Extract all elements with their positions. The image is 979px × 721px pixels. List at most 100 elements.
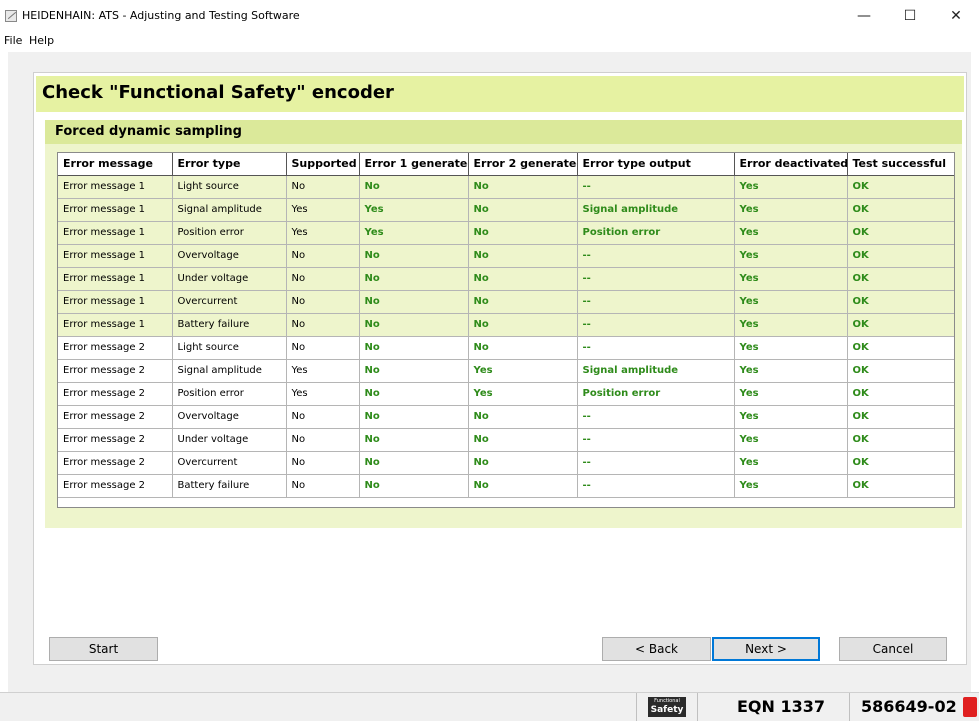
table-row[interactable]: Error message 1 Overvoltage No No No -- Yes OK bbox=[58, 244, 954, 268]
cell-error2-generated: No bbox=[468, 198, 578, 222]
cell-error-deactivated: Yes bbox=[734, 244, 848, 268]
cell-test-successful: OK bbox=[847, 451, 954, 475]
cell-error-type: Light source bbox=[172, 336, 287, 360]
table-row[interactable]: Error message 2 Position error Yes No Yes Pos… bbox=[58, 382, 954, 406]
cell-error-message: Error message 2 bbox=[58, 405, 173, 429]
close-button[interactable]: ✕ bbox=[933, 4, 979, 28]
results-table-container[interactable]: Error message Error type Supported Error… bbox=[57, 152, 955, 508]
col-header-error1-generated[interactable]: Error 1 generated bbox=[359, 153, 469, 176]
logo-top-text: Functional bbox=[654, 698, 680, 704]
cell-error-message: Error message 2 bbox=[58, 474, 173, 498]
cell-error1-generated: No bbox=[359, 244, 469, 268]
cell-error-message: Error message 1 bbox=[58, 198, 173, 222]
cancel-button[interactable]: Cancel bbox=[839, 637, 947, 661]
col-header-error2-generated[interactable]: Error 2 generated bbox=[468, 153, 578, 176]
cell-test-successful: OK bbox=[847, 474, 954, 498]
cell-supported: Yes bbox=[286, 359, 360, 383]
cell-error-deactivated: Yes bbox=[734, 198, 848, 222]
cell-test-successful: OK bbox=[847, 428, 954, 452]
status-divider bbox=[697, 693, 698, 721]
cell-error1-generated: No bbox=[359, 267, 469, 291]
cell-supported: No bbox=[286, 474, 360, 498]
cell-error-message: Error message 2 bbox=[58, 451, 173, 475]
cell-error-type: Position error bbox=[172, 221, 287, 245]
cell-supported: No bbox=[286, 405, 360, 429]
next-button[interactable]: Next > bbox=[712, 637, 820, 661]
col-header-error-type[interactable]: Error type bbox=[172, 153, 287, 176]
table-row[interactable]: Error message 2 Signal amplitude Yes No Yes S… bbox=[58, 359, 954, 383]
connection-status-icon bbox=[963, 697, 977, 717]
table-row[interactable]: Error message 2 Overcurrent No No No -- Yes OK bbox=[58, 451, 954, 475]
table-row[interactable]: Error message 2 Light source No No No -- Yes OK bbox=[58, 336, 954, 360]
table-row[interactable]: Error message 1 Light source No No No -- Yes OK bbox=[58, 175, 954, 199]
cell-error-deactivated: Yes bbox=[734, 451, 848, 475]
section-header: Forced dynamic sampling bbox=[45, 120, 962, 144]
table-header-row: Error message Error type Supported Error… bbox=[58, 153, 954, 176]
cell-error-type-output: Signal amplitude bbox=[577, 359, 735, 383]
menu-file[interactable]: File bbox=[4, 34, 22, 47]
cell-error2-generated: No bbox=[468, 290, 578, 314]
cell-error-type: Battery failure bbox=[172, 313, 287, 337]
minimize-button[interactable]: — bbox=[841, 4, 887, 28]
table-row[interactable]: Error message 1 Signal amplitude Yes Yes No S… bbox=[58, 198, 954, 222]
cell-error1-generated: No bbox=[359, 382, 469, 406]
table-row[interactable]: Error message 2 Overvoltage No No No -- Yes OK bbox=[58, 405, 954, 429]
back-button[interactable]: < Back bbox=[602, 637, 711, 661]
table-row[interactable]: Error message 1 Battery failure No No No -- Ye… bbox=[58, 313, 954, 337]
cell-test-successful: OK bbox=[847, 198, 954, 222]
cell-error-message: Error message 1 bbox=[58, 313, 173, 337]
table-row[interactable]: Error message 1 Under voltage No No No -- Yes O… bbox=[58, 267, 954, 291]
cell-error-type-output: -- bbox=[577, 451, 735, 475]
cell-error-type-output: -- bbox=[577, 474, 735, 498]
page-header: Check "Functional Safety" encoder bbox=[36, 76, 964, 112]
functional-safety-logo: Functional Safety bbox=[648, 697, 686, 717]
table-row[interactable]: Error message 2 Under voltage No No No -- Yes O… bbox=[58, 428, 954, 452]
start-button[interactable]: Start bbox=[49, 637, 158, 661]
cell-error-deactivated: Yes bbox=[734, 405, 848, 429]
cell-error-type: Overvoltage bbox=[172, 405, 287, 429]
cell-error1-generated: No bbox=[359, 313, 469, 337]
table-row[interactable]: Error message 1 Overcurrent No No No -- Yes OK bbox=[58, 290, 954, 314]
cell-error-deactivated: Yes bbox=[734, 267, 848, 291]
cell-supported: No bbox=[286, 451, 360, 475]
cell-error-message: Error message 1 bbox=[58, 221, 173, 245]
cell-test-successful: OK bbox=[847, 336, 954, 360]
menu-bar: File Help bbox=[0, 32, 979, 50]
cell-test-successful: OK bbox=[847, 244, 954, 268]
table-row[interactable]: Error message 1 Position error Yes Yes No Pos… bbox=[58, 221, 954, 245]
cell-test-successful: OK bbox=[847, 405, 954, 429]
cell-supported: No bbox=[286, 313, 360, 337]
cell-error-deactivated: Yes bbox=[734, 428, 848, 452]
cell-test-successful: OK bbox=[847, 313, 954, 337]
cell-error-deactivated: Yes bbox=[734, 382, 848, 406]
cell-error-type-output: -- bbox=[577, 428, 735, 452]
cell-error-type-output: -- bbox=[577, 290, 735, 314]
cell-error-type: Overvoltage bbox=[172, 244, 287, 268]
table-row[interactable]: Error message 2 Battery failure No No No -- Ye… bbox=[58, 474, 954, 498]
menu-help[interactable]: Help bbox=[29, 34, 54, 47]
cell-error-type-output: -- bbox=[577, 313, 735, 337]
col-header-supported[interactable]: Supported bbox=[286, 153, 360, 176]
cell-error1-generated: No bbox=[359, 290, 469, 314]
col-header-error-type-output[interactable]: Error type output bbox=[577, 153, 735, 176]
col-header-error-message[interactable]: Error message bbox=[58, 153, 173, 176]
cell-error-type: Overcurrent bbox=[172, 451, 287, 475]
logo-bottom-text: Safety bbox=[650, 705, 684, 715]
cell-error-deactivated: Yes bbox=[734, 474, 848, 498]
title-bar: HEIDENHAIN: ATS - Adjusting and Testing … bbox=[0, 0, 979, 32]
cell-error-message: Error message 1 bbox=[58, 175, 173, 199]
cell-supported: No bbox=[286, 175, 360, 199]
cell-error2-generated: No bbox=[468, 313, 578, 337]
cell-error-type-output: -- bbox=[577, 405, 735, 429]
cell-error2-generated: No bbox=[468, 175, 578, 199]
cell-error2-generated: No bbox=[468, 221, 578, 245]
col-header-error-deactivated[interactable]: Error deactivated bbox=[734, 153, 848, 176]
cell-supported: No bbox=[286, 336, 360, 360]
cell-error-message: Error message 1 bbox=[58, 267, 173, 291]
col-header-test-successful[interactable]: Test successful bbox=[847, 153, 954, 176]
cell-error1-generated: No bbox=[359, 405, 469, 429]
cell-test-successful: OK bbox=[847, 359, 954, 383]
maximize-button[interactable]: ☐ bbox=[887, 4, 933, 28]
table-body: Error message 1 Light source No No No -- Yes OK… bbox=[58, 175, 954, 498]
cell-error2-generated: No bbox=[468, 244, 578, 268]
